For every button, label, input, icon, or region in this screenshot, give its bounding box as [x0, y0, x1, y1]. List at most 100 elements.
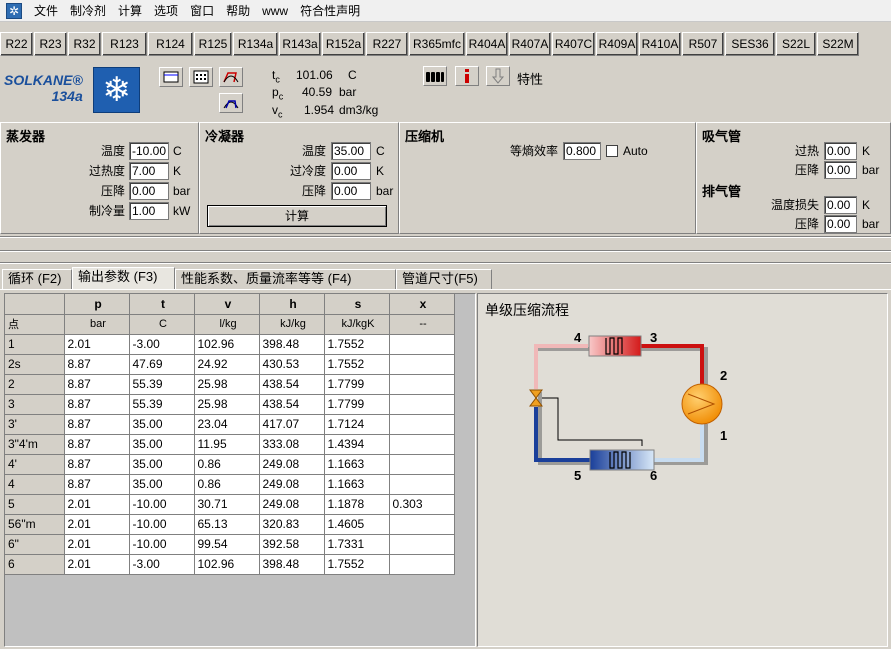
info-icon[interactable]: [455, 66, 479, 86]
table-row[interactable]: 3"4'm 8.87 35.00 11.95 333.08 1.4394: [5, 434, 455, 455]
menu-calculate[interactable]: 计算: [112, 0, 148, 22]
menu-file[interactable]: 文件: [28, 0, 64, 22]
value-cell[interactable]: 35.00: [129, 454, 195, 475]
value-cell[interactable]: 398.48: [259, 554, 325, 575]
table-view-icon[interactable]: [159, 67, 183, 87]
table-row[interactable]: 2s 8.87 47.69 24.92 430.53 1.7552: [5, 354, 455, 375]
value-cell[interactable]: 35.00: [129, 414, 195, 435]
value-cell[interactable]: 2.01: [64, 494, 130, 515]
condenser-pressure-drop-input[interactable]: 0.00: [331, 182, 371, 200]
value-cell[interactable]: 1.7124: [324, 414, 390, 435]
value-cell[interactable]: 1.7331: [324, 534, 390, 555]
refrigerant-tab[interactable]: R227: [366, 32, 408, 56]
value-cell[interactable]: [389, 434, 455, 455]
value-cell[interactable]: 8.87: [64, 394, 130, 415]
value-cell[interactable]: 417.07: [259, 414, 325, 435]
value-cell[interactable]: 249.08: [259, 494, 325, 515]
value-cell[interactable]: [389, 534, 455, 555]
tab-performance[interactable]: 性能系数、质量流率等等 (F4): [175, 269, 396, 289]
value-cell[interactable]: 1.7552: [324, 554, 390, 575]
value-cell[interactable]: 65.13: [194, 514, 260, 535]
table-row[interactable]: 56"m 2.01 -10.00 65.13 320.83 1.4605: [5, 514, 455, 535]
value-cell[interactable]: [389, 554, 455, 575]
tab-cycle[interactable]: 循环 (F2): [2, 269, 72, 289]
value-cell[interactable]: 23.04: [194, 414, 260, 435]
refrigerant-tab[interactable]: R410A: [639, 32, 681, 56]
value-cell[interactable]: 2.01: [64, 554, 130, 575]
column-header[interactable]: p: [64, 294, 130, 315]
evaporator-capacity-input[interactable]: 1.00: [129, 202, 169, 220]
value-cell[interactable]: 438.54: [259, 374, 325, 395]
discharge-temp-loss-input[interactable]: 0.00: [824, 196, 857, 214]
calculate-button[interactable]: 计算: [207, 205, 387, 227]
column-header[interactable]: t: [129, 294, 195, 315]
value-cell[interactable]: [389, 374, 455, 395]
column-header[interactable]: s: [324, 294, 390, 315]
table-row[interactable]: 4 8.87 35.00 0.86 249.08 1.1663: [5, 474, 455, 495]
value-cell[interactable]: [389, 474, 455, 495]
table-row[interactable]: 2 8.87 55.39 25.98 438.54 1.7799: [5, 374, 455, 395]
value-cell[interactable]: 1.7552: [324, 354, 390, 375]
value-cell[interactable]: 8.87: [64, 354, 130, 375]
table-row[interactable]: 3 8.87 55.39 25.98 438.54 1.7799: [5, 394, 455, 415]
calculator-icon[interactable]: [189, 67, 213, 87]
value-cell[interactable]: 249.08: [259, 474, 325, 495]
table-row[interactable]: 5 2.01 -10.00 30.71 249.08 1.1878 0.303: [5, 494, 455, 515]
value-cell[interactable]: 0.86: [194, 474, 260, 495]
value-cell[interactable]: 35.00: [129, 474, 195, 495]
refrigerant-tab[interactable]: R409A: [596, 32, 638, 56]
refrigerant-tab[interactable]: R125: [194, 32, 232, 56]
value-cell[interactable]: 333.08: [259, 434, 325, 455]
menu-help[interactable]: 帮助: [220, 0, 256, 22]
value-cell[interactable]: 8.87: [64, 434, 130, 455]
table-row[interactable]: 4' 8.87 35.00 0.86 249.08 1.1663: [5, 454, 455, 475]
value-cell[interactable]: 102.96: [194, 334, 260, 355]
condenser-temp-input[interactable]: 35.00: [331, 142, 371, 160]
refrigerant-tab[interactable]: R23: [34, 32, 67, 56]
refrigerant-tab[interactable]: R123: [102, 32, 147, 56]
value-cell[interactable]: 430.53: [259, 354, 325, 375]
value-cell[interactable]: 8.87: [64, 474, 130, 495]
refrigerant-tab[interactable]: S22L: [776, 32, 816, 56]
value-cell[interactable]: 1.1663: [324, 454, 390, 475]
auto-checkbox[interactable]: [606, 145, 618, 157]
value-cell[interactable]: -10.00: [129, 494, 195, 515]
refrigerant-tab[interactable]: R404A: [466, 32, 508, 56]
value-cell[interactable]: 8.87: [64, 454, 130, 475]
column-header[interactable]: [5, 294, 65, 315]
value-cell[interactable]: 320.83: [259, 514, 325, 535]
column-header[interactable]: v: [194, 294, 260, 315]
value-cell[interactable]: [389, 454, 455, 475]
value-cell[interactable]: 99.54: [194, 534, 260, 555]
value-cell[interactable]: 1.1663: [324, 474, 390, 495]
menu-refrigerant[interactable]: 制冷剂: [64, 0, 112, 22]
value-cell[interactable]: 0.86: [194, 454, 260, 475]
value-cell[interactable]: 25.98: [194, 374, 260, 395]
value-cell[interactable]: 30.71: [194, 494, 260, 515]
table-row[interactable]: 6 2.01 -3.00 102.96 398.48 1.7552: [5, 554, 455, 575]
value-cell[interactable]: 35.00: [129, 434, 195, 455]
value-cell[interactable]: 102.96: [194, 554, 260, 575]
discharge-pressure-drop-input[interactable]: 0.00: [824, 215, 857, 233]
value-cell[interactable]: 1.4605: [324, 514, 390, 535]
down-arrow-icon[interactable]: [486, 66, 510, 86]
refrigerant-tab[interactable]: R507: [682, 32, 724, 56]
refrigerant-tab[interactable]: R365mfc: [409, 32, 465, 56]
evaporator-pressure-drop-input[interactable]: 0.00: [129, 182, 169, 200]
menu-window[interactable]: 窗口: [184, 0, 220, 22]
tab-output-parameters[interactable]: 输出参数 (F3): [72, 267, 175, 289]
evaporator-superheat-input[interactable]: 7.00: [129, 162, 169, 180]
value-cell[interactable]: 392.58: [259, 534, 325, 555]
refrigerant-tab[interactable]: R143a: [279, 32, 321, 56]
menu-www[interactable]: www: [256, 0, 294, 22]
value-cell[interactable]: 24.92: [194, 354, 260, 375]
value-cell[interactable]: 438.54: [259, 394, 325, 415]
app-icon[interactable]: [6, 2, 22, 19]
refrigerant-tab[interactable]: R22: [0, 32, 33, 56]
value-cell[interactable]: 249.08: [259, 454, 325, 475]
value-cell[interactable]: [389, 354, 455, 375]
column-header[interactable]: h: [259, 294, 325, 315]
condenser-subcool-input[interactable]: 0.00: [331, 162, 371, 180]
table-row[interactable]: 3' 8.87 35.00 23.04 417.07 1.7124: [5, 414, 455, 435]
value-cell[interactable]: 1.7799: [324, 394, 390, 415]
